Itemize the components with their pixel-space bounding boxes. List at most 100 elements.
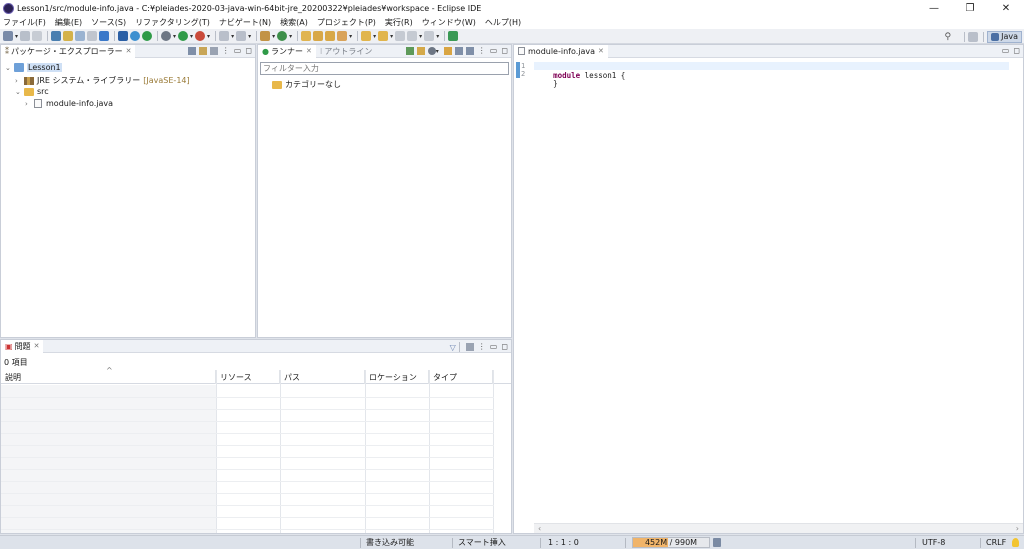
save-icon[interactable]	[20, 31, 31, 41]
block-selection-icon[interactable]	[75, 31, 86, 41]
forward-dropdown-icon[interactable]: ▾	[436, 33, 439, 40]
menu-project[interactable]: プロジェクト(P)	[317, 17, 376, 28]
word-wrap-icon[interactable]	[99, 31, 110, 41]
new-icon[interactable]	[3, 31, 13, 41]
open-task-icon[interactable]	[313, 31, 324, 41]
menu-refactor[interactable]: リファクタリング(T)	[135, 17, 210, 28]
tree-item-module-info[interactable]: › module-info.java	[25, 99, 113, 108]
new-dropdown-icon[interactable]: ▾	[15, 33, 18, 40]
maximize-view-icon[interactable]: ◻	[245, 47, 252, 55]
chevron-down-icon[interactable]: ⌄	[15, 88, 24, 96]
search-dropdown-icon[interactable]: ▾	[349, 33, 352, 40]
view-menu-icon[interactable]: ⋮	[478, 47, 486, 55]
heap-status[interactable]: 452M / 990M	[632, 537, 710, 548]
maximize-view-icon[interactable]: ◻	[501, 47, 508, 55]
add-launch-icon[interactable]	[416, 47, 425, 55]
new-java-project-dropdown-icon[interactable]: ▾	[272, 33, 275, 40]
close-icon[interactable]: ✕	[126, 47, 132, 55]
maximize-view-icon[interactable]: ◻	[1013, 47, 1020, 55]
tip-lightbulb-icon[interactable]	[1012, 538, 1019, 547]
debug-icon[interactable]	[161, 31, 172, 41]
tab-package-explorer[interactable]: ⁑ パッケージ・エクスプローラー ✕	[1, 44, 136, 58]
search-tool-icon[interactable]	[337, 31, 348, 41]
sync-icon[interactable]	[130, 31, 141, 41]
maximize-button[interactable]: ❐	[952, 0, 988, 16]
save-all-icon[interactable]	[32, 31, 43, 41]
column-location[interactable]: ロケーション	[365, 370, 429, 384]
close-icon[interactable]: ✕	[306, 47, 312, 55]
minimize-view-icon[interactable]: ▭	[490, 343, 498, 351]
minimize-button[interactable]: —	[916, 0, 952, 16]
column-description[interactable]: 説明 ^	[1, 366, 216, 384]
new-class-icon[interactable]	[277, 31, 288, 41]
filter-icon[interactable]	[209, 47, 218, 55]
menu-help[interactable]: ヘルプ(H)	[485, 17, 521, 28]
tab-outline[interactable]: ⁝ アウトライン	[316, 45, 377, 58]
launch-icon[interactable]	[427, 47, 436, 55]
toggle-mark-icon[interactable]	[63, 31, 74, 41]
menu-edit[interactable]: 編集(E)	[55, 17, 82, 28]
prev-annotation-icon[interactable]	[378, 31, 389, 41]
open-type-icon[interactable]	[301, 31, 312, 41]
code-line[interactable]: }	[535, 70, 558, 97]
menu-navigate[interactable]: ナビゲート(N)	[219, 17, 271, 28]
last-edit-icon[interactable]	[395, 31, 406, 41]
pin-editor-icon[interactable]	[448, 31, 459, 41]
scroll-left-icon[interactable]: ‹	[538, 524, 541, 533]
prev-annotation-dropdown-icon[interactable]: ▾	[390, 33, 393, 40]
open-perspective-icon[interactable]	[968, 31, 979, 42]
pin-icon[interactable]	[51, 31, 62, 41]
maximize-view-icon[interactable]: ◻	[501, 343, 508, 351]
back-icon[interactable]	[407, 31, 418, 41]
new-server-dropdown-icon[interactable]: ▾	[248, 33, 251, 40]
external-tools-icon[interactable]	[195, 31, 206, 41]
terminal-icon[interactable]	[118, 31, 129, 41]
menu-source[interactable]: ソース(S)	[91, 17, 126, 28]
menu-run[interactable]: 実行(R)	[385, 17, 413, 28]
new-category-icon[interactable]	[405, 47, 414, 55]
column-path[interactable]: パス	[280, 370, 365, 384]
coverage-dropdown-icon[interactable]: ▾	[231, 33, 234, 40]
menu-window[interactable]: ウィンドウ(W)	[422, 17, 476, 28]
skip-breakpoints-icon[interactable]	[142, 31, 153, 41]
search-icon[interactable]: ⚲	[945, 32, 952, 42]
run-dropdown-icon[interactable]: ▾	[190, 33, 193, 40]
link-with-editor-icon[interactable]	[198, 47, 207, 55]
new-java-project-icon[interactable]	[260, 31, 271, 41]
filter-input[interactable]	[260, 62, 509, 75]
forward-icon[interactable]	[424, 31, 435, 41]
new-server-icon[interactable]	[236, 31, 247, 41]
new-class-dropdown-icon[interactable]: ▾	[289, 33, 292, 40]
expand-icon[interactable]	[465, 47, 474, 55]
run-icon[interactable]	[178, 31, 189, 41]
close-icon[interactable]: ✕	[34, 342, 40, 350]
open-launch-folder-icon[interactable]	[443, 47, 452, 55]
java-perspective-button[interactable]: Java	[987, 30, 1022, 43]
filter-funnel-icon[interactable]: ▽	[450, 343, 456, 352]
collapse-icon[interactable]	[454, 47, 463, 55]
next-annotation-dropdown-icon[interactable]: ▾	[373, 33, 376, 40]
focus-icon[interactable]	[465, 343, 474, 351]
garbage-collect-icon[interactable]	[713, 538, 721, 547]
category-item[interactable]: カテゴリーなし	[272, 79, 341, 90]
minimize-view-icon[interactable]: ▭	[234, 47, 242, 55]
open-folder-icon[interactable]	[325, 31, 336, 41]
tree-item-src[interactable]: ⌄ src	[15, 87, 49, 96]
close-icon[interactable]: ✕	[598, 47, 604, 55]
view-menu-icon[interactable]: ⋮	[222, 47, 230, 55]
minimize-view-icon[interactable]: ▭	[490, 47, 498, 55]
column-type[interactable]: タイプ	[429, 370, 493, 384]
back-dropdown-icon[interactable]: ▾	[419, 33, 422, 40]
collapse-all-icon[interactable]	[187, 47, 196, 55]
external-tools-dropdown-icon[interactable]: ▾	[207, 33, 210, 40]
chevron-right-icon[interactable]: ›	[25, 100, 34, 108]
chevron-right-icon[interactable]: ›	[15, 77, 24, 85]
tab-problems[interactable]: ▣ 問題 ✕	[1, 339, 44, 353]
debug-dropdown-icon[interactable]: ▾	[173, 33, 176, 40]
coverage-icon[interactable]	[219, 31, 230, 41]
launch-dropdown-icon[interactable]: ▾	[436, 48, 439, 55]
close-window-button[interactable]: ✕	[988, 0, 1024, 16]
horizontal-scrollbar[interactable]: ‹ ›	[534, 523, 1023, 533]
tab-runner[interactable]: ● ランナー ✕	[258, 44, 316, 58]
menu-file[interactable]: ファイル(F)	[3, 17, 46, 28]
